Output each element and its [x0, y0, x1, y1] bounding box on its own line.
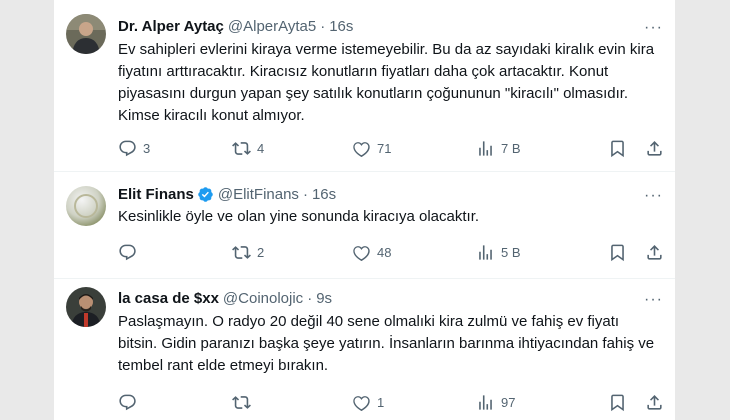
- tweet-text: Ev sahipleri evlerini kiraya verme istem…: [118, 41, 655, 124]
- retweet-icon: [232, 396, 251, 409]
- retweet-button[interactable]: 4: [232, 139, 264, 158]
- verified-icon: [197, 186, 214, 203]
- author-name[interactable]: la casa de $xx: [118, 290, 219, 307]
- share-icon: [647, 245, 662, 260]
- like-icon: [353, 142, 370, 158]
- reply-button[interactable]: [118, 393, 143, 412]
- like-button[interactable]: 48: [352, 243, 391, 262]
- bookmark-icon: [611, 244, 624, 262]
- views-count: 7 B: [501, 141, 521, 156]
- like-icon: [353, 246, 370, 262]
- like-button[interactable]: 71: [352, 139, 391, 158]
- retweet-button[interactable]: [232, 393, 257, 412]
- tweet-text: Paslaşmayın. O radyo 20 değil 40 sene ol…: [118, 313, 655, 374]
- share-button[interactable]: [645, 393, 664, 412]
- views-button[interactable]: 5 B: [476, 243, 521, 262]
- reply-button[interactable]: [118, 243, 143, 262]
- views-count: 97: [501, 395, 516, 410]
- share-button[interactable]: [645, 243, 664, 262]
- reply-icon: [119, 140, 136, 157]
- timeline-panel: Dr. Alper Aytaç @AlperAyta5 · 16s ··· Ev…: [54, 0, 675, 420]
- more-icon[interactable]: ···: [644, 20, 663, 36]
- tweet-3[interactable]: la casa de $xx @Coinolojic · 9s ··· Pasl…: [54, 279, 675, 420]
- avatar[interactable]: [66, 287, 106, 327]
- views-count: 5 B: [501, 245, 521, 260]
- views-button[interactable]: 7 B: [476, 139, 521, 158]
- views-icon: [479, 245, 492, 260]
- avatar[interactable]: [66, 14, 106, 54]
- author-handle[interactable]: @ElitFinans: [218, 186, 299, 203]
- timestamp[interactable]: 9s: [316, 290, 332, 307]
- bookmark-icon: [611, 394, 624, 412]
- avatar[interactable]: [66, 186, 106, 226]
- share-icon: [647, 395, 662, 410]
- views-icon: [479, 141, 492, 156]
- like-count: 1: [377, 395, 385, 410]
- timestamp[interactable]: 16s: [329, 18, 353, 35]
- bookmark-button[interactable]: [608, 393, 627, 412]
- more-icon[interactable]: ···: [644, 292, 663, 308]
- tweet-1[interactable]: Dr. Alper Aytaç @AlperAyta5 · 16s ··· Ev…: [54, 0, 675, 170]
- retweet-icon: [232, 246, 251, 259]
- retweet-icon: [232, 142, 251, 155]
- more-icon[interactable]: ···: [644, 188, 663, 204]
- reply-icon: [119, 394, 136, 411]
- views-icon: [479, 395, 492, 410]
- author-name[interactable]: Elit Finans: [118, 186, 194, 203]
- reply-button[interactable]: 3: [118, 139, 150, 158]
- retweet-count: 4: [257, 141, 265, 156]
- share-icon: [647, 141, 662, 156]
- action-bar: 3 4 71 7 B: [118, 139, 663, 159]
- action-bar: 1 97: [118, 393, 663, 413]
- separator-dot: ·: [302, 185, 308, 203]
- bookmark-icon: [611, 140, 624, 158]
- reply-count: 3: [143, 141, 151, 156]
- retweet-count: 2: [257, 245, 265, 260]
- bookmark-button[interactable]: [608, 243, 627, 262]
- separator-dot: ·: [320, 17, 326, 35]
- action-bar: 2 48 5 B: [118, 243, 663, 263]
- author-handle[interactable]: @AlperAyta5: [228, 18, 316, 35]
- retweet-button[interactable]: 2: [232, 243, 264, 262]
- like-count: 48: [377, 245, 392, 260]
- reply-icon: [119, 244, 136, 261]
- tweet-text: Kesinlikle öyle ve olan yine sonunda kir…: [118, 208, 480, 225]
- author-handle[interactable]: @Coinolojic: [223, 290, 303, 307]
- like-count: 71: [377, 141, 392, 156]
- separator-dot: ·: [307, 289, 313, 307]
- bookmark-button[interactable]: [608, 139, 627, 158]
- like-button[interactable]: 1: [352, 393, 384, 412]
- like-icon: [353, 396, 370, 412]
- views-button[interactable]: 97: [476, 393, 515, 412]
- author-name[interactable]: Dr. Alper Aytaç: [118, 18, 224, 35]
- tweet-2[interactable]: Elit Finans @ElitFinans · 16s ··· Kesinl…: [54, 172, 675, 278]
- timestamp[interactable]: 16s: [312, 186, 336, 203]
- tweet-header: Dr. Alper Aytaç @AlperAyta5 · 16s: [118, 16, 353, 36]
- tweet-header: Elit Finans @ElitFinans · 16s: [118, 184, 336, 204]
- share-button[interactable]: [645, 139, 664, 158]
- tweet-header: la casa de $xx @Coinolojic · 9s: [118, 288, 332, 308]
